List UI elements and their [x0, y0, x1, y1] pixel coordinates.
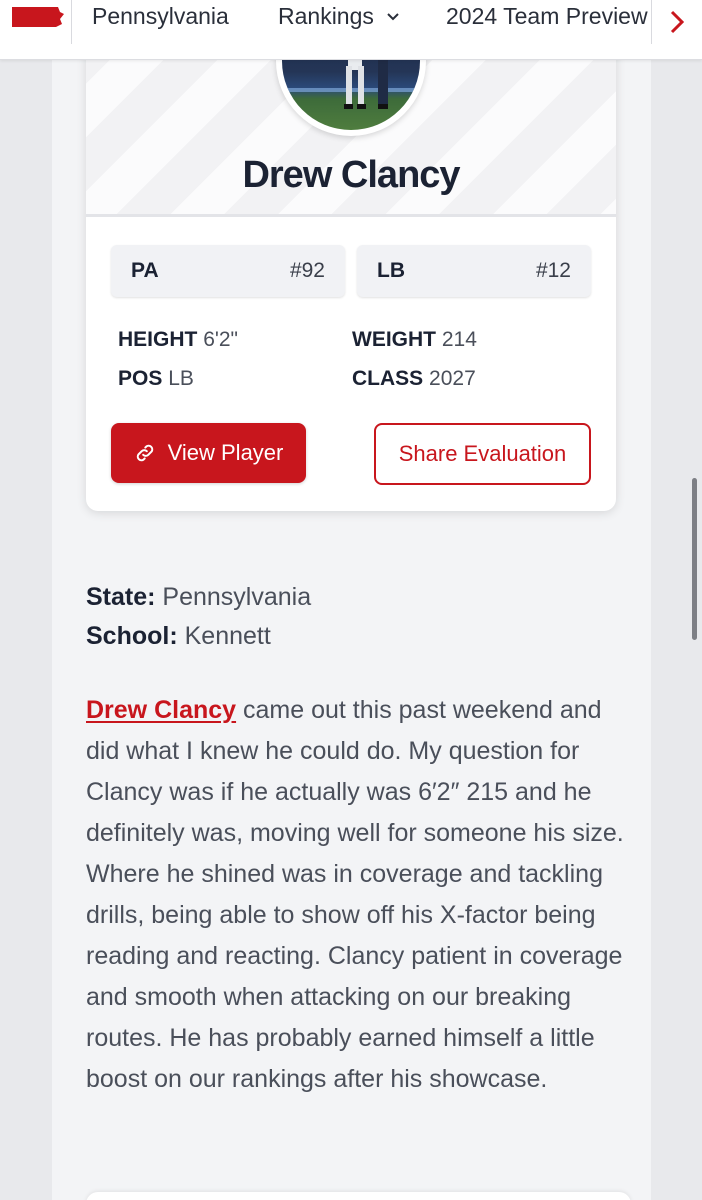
weight-value: 214	[441, 328, 477, 351]
scrollbar[interactable]	[692, 478, 697, 640]
state-rank-value: #92	[289, 259, 325, 282]
position-rank-pill: LB #12	[357, 245, 591, 297]
state-rank-label: PA	[131, 259, 159, 282]
link-icon	[136, 444, 153, 462]
top-nav: Pennsylvania Rankings 2024 Team Preview	[0, 0, 702, 60]
position-rank-value: #12	[535, 259, 571, 282]
school-label: School:	[86, 622, 178, 650]
class-value: 2027	[429, 367, 476, 390]
height-stat: HEIGHT 6'2"	[118, 328, 238, 352]
nav-scroll-right-button[interactable]	[651, 0, 702, 44]
player-name-link[interactable]: Drew Clancy	[86, 696, 236, 724]
state-value: Pennsylvania	[162, 583, 312, 611]
player-name: Drew Clancy	[242, 154, 460, 196]
position-stat: POS LB	[118, 367, 194, 391]
position-value: LB	[168, 367, 194, 390]
player-card: Drew Clancy PA #92 LB #12 HEIGHT 6'2" WE…	[86, 30, 616, 511]
nav-item-rankings[interactable]: Rankings	[278, 3, 399, 30]
position-rank-label: LB	[377, 259, 405, 282]
state-line: State: Pennsylvania	[86, 583, 311, 612]
height-label: HEIGHT	[118, 328, 198, 351]
height-value: 6'2"	[203, 328, 239, 351]
next-card	[86, 1192, 631, 1200]
state-label: State:	[86, 583, 156, 611]
evaluation-body: came out this past weekend and did what …	[86, 696, 624, 1093]
position-label: POS	[118, 367, 163, 390]
school-line: School: Kennett	[86, 622, 271, 651]
nav-item-pennsylvania[interactable]: Pennsylvania	[92, 3, 229, 30]
view-player-label: View Player	[167, 440, 284, 465]
chevron-down-icon	[383, 8, 399, 24]
chevron-right-icon	[670, 10, 684, 34]
share-evaluation-button[interactable]: Share Evaluation	[374, 423, 591, 485]
weight-stat: WEIGHT 214	[352, 328, 477, 352]
class-label: CLASS	[352, 367, 424, 390]
class-stat: CLASS 2027	[352, 367, 476, 391]
nav-item-rankings-label: Rankings	[278, 3, 374, 29]
pennsylvania-state-icon[interactable]	[8, 4, 64, 30]
state-rank-pill: PA #92	[111, 245, 345, 297]
school-value: Kennett	[184, 622, 271, 650]
weight-label: WEIGHT	[352, 328, 436, 351]
nav-item-2024-team-preview[interactable]: 2024 Team Preview	[446, 3, 650, 30]
nav-divider	[71, 0, 72, 44]
view-player-button[interactable]: View Player	[111, 423, 306, 483]
evaluation-text: Drew Clancy came out this past weekend a…	[86, 690, 626, 1100]
share-evaluation-label: Share Evaluation	[398, 441, 567, 466]
